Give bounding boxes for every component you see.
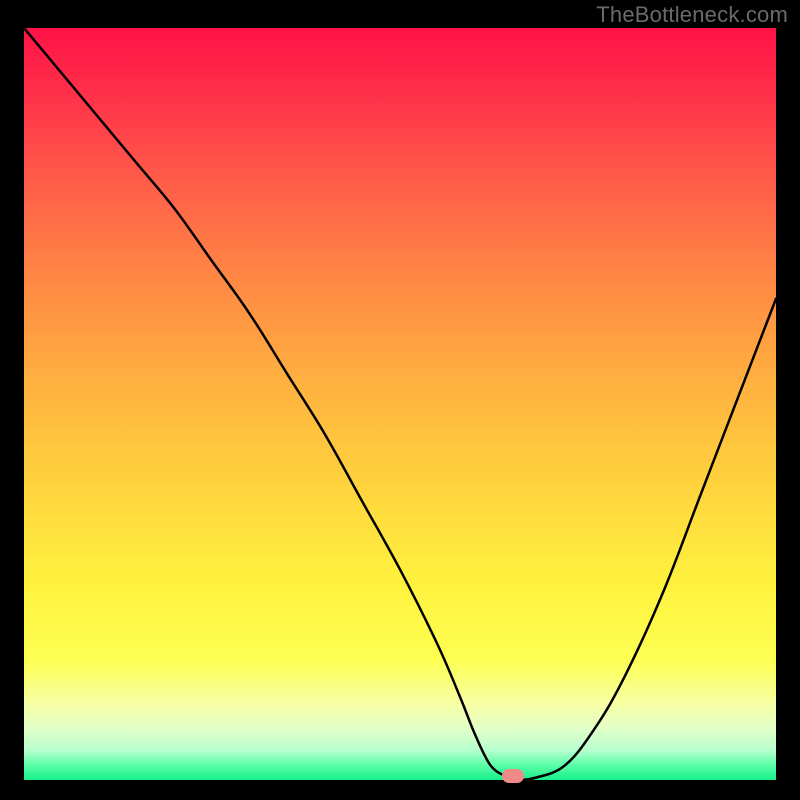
bottleneck-curve xyxy=(24,28,776,780)
attribution-text: TheBottleneck.com xyxy=(596,2,788,28)
outer-frame: TheBottleneck.com xyxy=(0,0,800,800)
optimal-marker xyxy=(502,769,524,783)
plot-area xyxy=(24,28,776,780)
curve-svg xyxy=(24,28,776,780)
